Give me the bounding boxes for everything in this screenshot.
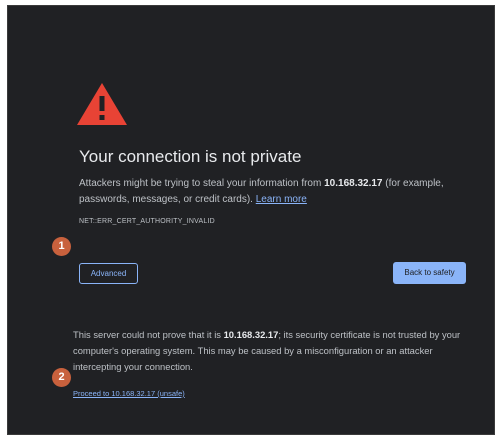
details-text: This server could not prove that it is 1… bbox=[73, 327, 463, 375]
error-code: NET::ERR_CERT_AUTHORITY_INVALID bbox=[79, 218, 215, 225]
details-prefix: This server could not prove that it is bbox=[73, 329, 224, 340]
annotation-marker-1: 1 bbox=[52, 237, 71, 256]
description-text: Attackers might be trying to steal your … bbox=[79, 176, 457, 208]
browser-error-page: Your connection is not private Attackers… bbox=[7, 5, 495, 435]
annotation-marker-2: 2 bbox=[52, 368, 71, 387]
proceed-unsafe-link[interactable]: Proceed to 10.168.32.17 (unsafe) bbox=[73, 389, 185, 398]
warning-triangle-icon bbox=[77, 83, 127, 125]
description-prefix: Attackers might be trying to steal your … bbox=[79, 178, 325, 189]
back-to-safety-button[interactable]: Back to safety bbox=[393, 262, 466, 284]
description-host: 10.168.32.17 bbox=[324, 178, 383, 189]
page-title: Your connection is not private bbox=[79, 147, 302, 166]
details-host: 10.168.32.17 bbox=[223, 329, 279, 340]
learn-more-link[interactable]: Learn more bbox=[256, 194, 307, 205]
advanced-button[interactable]: Advanced bbox=[79, 263, 138, 284]
